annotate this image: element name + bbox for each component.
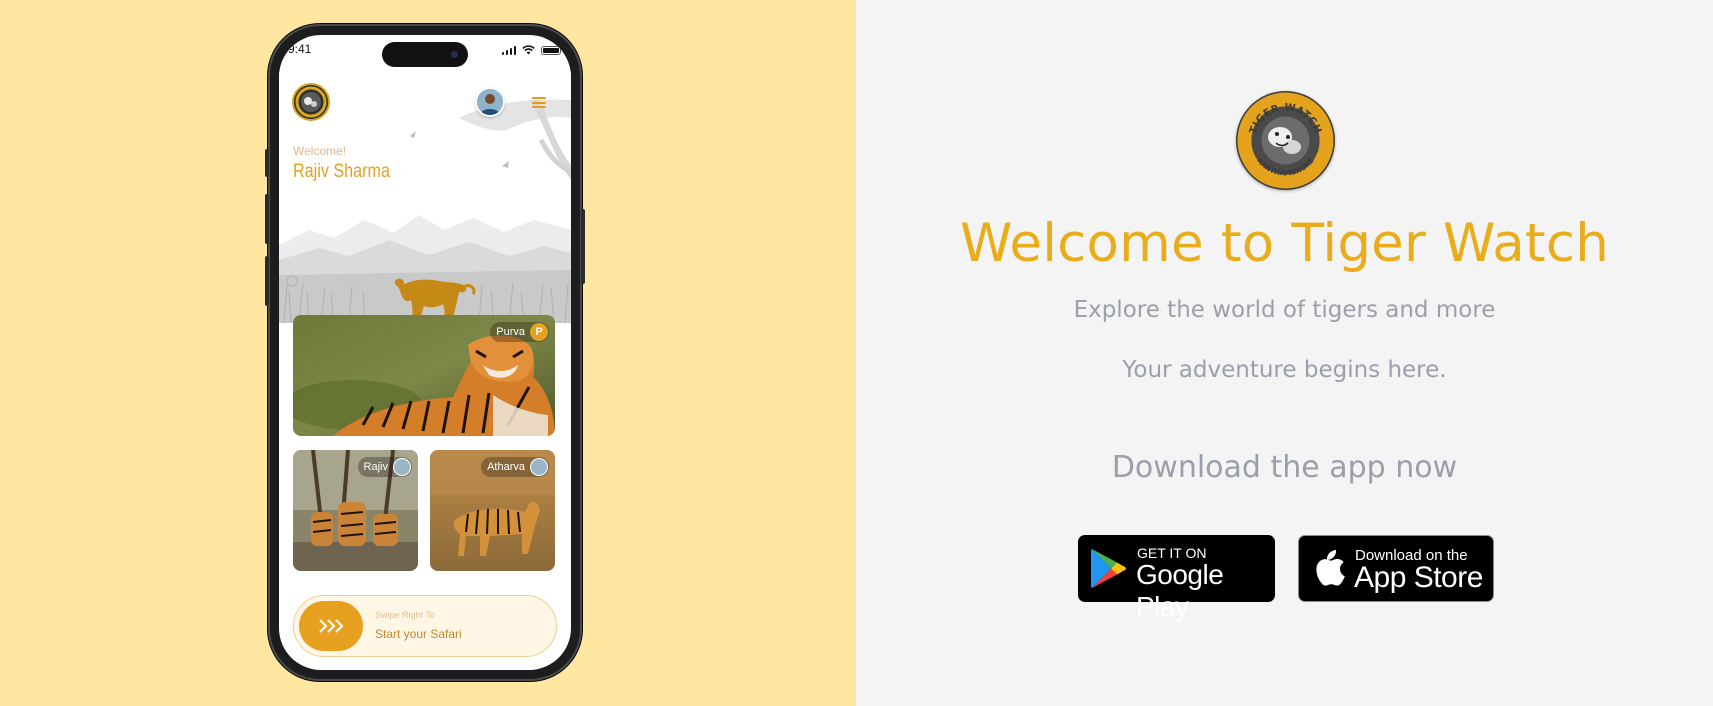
- swipe-arrows-icon: [319, 619, 344, 633]
- status-time: 9:41: [288, 42, 312, 56]
- phone-mockup: 9:41 Welcome! Rajiv Sharma Purva P Rajiv…: [265, 24, 585, 681]
- card-tag-name: Purva: [496, 326, 525, 338]
- status-icons: [501, 44, 561, 56]
- phone-side-button: [265, 149, 269, 177]
- google-play-button[interactable]: GET IT ON Google Play: [1078, 535, 1275, 622]
- tagline: Your adventure begins here.: [1122, 357, 1447, 383]
- phone-screen: 9:41 Welcome! Rajiv Sharma Purva P Rajiv…: [279, 35, 571, 670]
- card-tag-avatar: [530, 458, 548, 476]
- left-panel: 9:41 Welcome! Rajiv Sharma Purva P Rajiv…: [0, 0, 856, 706]
- tiger-card-atharva[interactable]: Atharva: [430, 450, 555, 571]
- tiger-watch-logo: TIGER WATCH RANTHAMBHORE: [1236, 91, 1335, 190]
- user-avatar[interactable]: [475, 87, 505, 117]
- signal-icon: [501, 45, 516, 55]
- card-tag: Rajiv: [357, 457, 412, 477]
- apple-icon: [1316, 550, 1345, 586]
- google-play-icon: [1091, 549, 1126, 588]
- phone-side-button: [265, 194, 269, 244]
- phone-power-button: [581, 209, 585, 284]
- menu-icon[interactable]: [532, 97, 546, 108]
- swipe-handle[interactable]: [299, 601, 363, 651]
- page-title: Welcome to Tiger Watch: [959, 213, 1610, 274]
- battery-icon: [541, 45, 561, 55]
- welcome-label: Welcome!: [293, 144, 347, 158]
- swipe-hint: Swipe Right To: [375, 610, 435, 620]
- right-panel: TIGER WATCH RANTHAMBHORE Welcome to Tige…: [856, 0, 1713, 706]
- app-store-button[interactable]: Download on the App Store: [1298, 535, 1494, 602]
- app-store-label: App Store: [1354, 561, 1483, 594]
- card-tag-name: Atharva: [487, 461, 525, 473]
- tiger-card-purva[interactable]: Purva P: [293, 315, 555, 436]
- phone-side-button: [265, 256, 269, 306]
- card-tag: Purva P: [490, 322, 549, 342]
- app-logo-small[interactable]: [292, 83, 330, 121]
- card-tag-badge: P: [530, 323, 548, 341]
- status-bar: 9:41: [279, 35, 571, 79]
- google-play-label: Google Play: [1136, 559, 1224, 622]
- download-title: Download the app now: [1111, 450, 1458, 485]
- wifi-icon: [522, 45, 535, 55]
- tiger-card-rajiv[interactable]: Rajiv: [293, 450, 418, 571]
- swipe-to-start-slider[interactable]: Swipe Right To Start your Safari: [293, 595, 557, 657]
- card-tag-avatar: [393, 458, 411, 476]
- card-tag-name: Rajiv: [363, 461, 388, 473]
- card-tag: Atharva: [481, 457, 549, 477]
- subtitle: Explore the world of tigers and more: [1073, 297, 1496, 323]
- user-name: Rajiv Sharma: [293, 161, 390, 182]
- dynamic-island: [382, 42, 468, 67]
- swipe-label: Start your Safari: [375, 627, 462, 641]
